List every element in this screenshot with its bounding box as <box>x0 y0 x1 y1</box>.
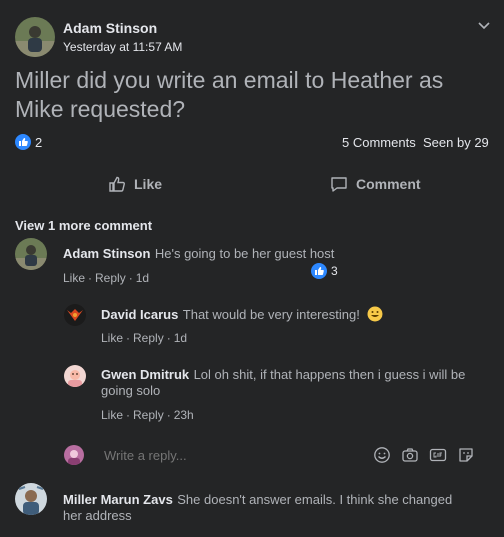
reply-meta: Like · Reply · 23h <box>101 408 194 422</box>
post-timestamp[interactable]: Yesterday at 11:57 AM <box>63 40 182 54</box>
reply-input[interactable] <box>92 444 352 466</box>
comment-author[interactable]: Adam Stinson <box>63 246 150 261</box>
comment-button[interactable]: Comment <box>330 165 421 203</box>
emoji-icon[interactable] <box>373 446 391 464</box>
comment-body: Adam Stinson He's going to be her guest … <box>63 246 483 262</box>
author-avatar[interactable] <box>15 17 55 57</box>
grinning-emoji-icon <box>367 306 383 326</box>
gif-icon[interactable] <box>429 446 447 464</box>
comment-button-label: Comment <box>356 176 421 192</box>
seen-by[interactable]: Seen by 29 <box>423 135 489 150</box>
reply-body: Gwen Dmitruk Lol oh shit, if that happen… <box>101 367 471 399</box>
comment-time[interactable]: 1d <box>136 271 149 285</box>
post-author-name[interactable]: Adam Stinson <box>63 20 157 36</box>
comment-like-link[interactable]: Like <box>63 271 85 285</box>
sticker-icon[interactable] <box>457 446 475 464</box>
chevron-down-icon[interactable] <box>476 17 492 33</box>
comment-meta: Like · Reply · 1d <box>63 271 150 285</box>
view-more-comments-link[interactable]: View 1 more comment <box>15 218 152 233</box>
reply-body: David Icarus That would be very interest… <box>101 306 491 326</box>
post-text: Miller did you write an email to Heather… <box>15 67 444 122</box>
comment-text: He's going to be her guest host <box>154 246 335 261</box>
comment-bubble-icon <box>331 177 347 192</box>
post-actions: Like Comment <box>0 165 504 203</box>
comment-reactions[interactable]: 3 <box>311 263 338 279</box>
reply-like-link[interactable]: Like <box>101 331 123 345</box>
comment-author[interactable]: Miller Marun Zavs <box>63 492 173 507</box>
comment-reaction-count: 3 <box>331 264 338 278</box>
current-user-avatar <box>64 445 84 465</box>
reply-meta: Like · Reply · 1d <box>101 331 188 345</box>
reply-time[interactable]: 23h <box>174 408 194 422</box>
reply-like-link[interactable]: Like <box>101 408 123 422</box>
comment-reply-link[interactable]: Reply <box>95 271 126 285</box>
reply-author[interactable]: David Icarus <box>101 307 178 322</box>
like-button[interactable]: Like <box>108 165 162 203</box>
commenter-avatar[interactable] <box>64 365 86 387</box>
reply-time[interactable]: 1d <box>174 331 187 345</box>
commenter-avatar[interactable] <box>64 304 86 326</box>
comment-body: Miller Marun Zavs She doesn't answer ema… <box>63 492 463 524</box>
reply-author[interactable]: Gwen Dmitruk <box>101 367 189 382</box>
commenter-avatar[interactable] <box>15 483 47 515</box>
reply-reply-link[interactable]: Reply <box>133 408 164 422</box>
like-count: 2 <box>35 134 43 150</box>
comments-count[interactable]: 5 Comments <box>342 135 416 150</box>
reply-reply-link[interactable]: Reply <box>133 331 164 345</box>
commenter-avatar[interactable] <box>15 238 47 270</box>
like-thumb-icon <box>15 134 31 150</box>
camera-icon[interactable] <box>401 446 419 464</box>
post-card: Adam Stinson Yesterday at 11:57 AM Mille… <box>0 0 504 537</box>
reply-text: That would be very interesting! <box>182 307 360 322</box>
reply-input-box <box>92 440 488 470</box>
like-thumb-icon <box>109 176 125 192</box>
reaction-summary[interactable]: 2 <box>15 134 42 150</box>
like-button-label: Like <box>134 176 163 192</box>
like-thumb-icon <box>311 263 327 279</box>
